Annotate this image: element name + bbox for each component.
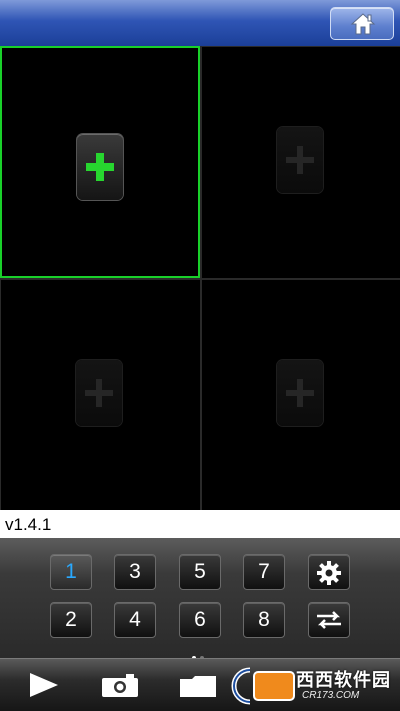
watermark-brand: 西西软件园	[296, 670, 391, 690]
camera-icon	[102, 674, 138, 697]
video-grid	[0, 46, 400, 510]
watermark: 西西软件园 CR173.COM	[210, 664, 398, 708]
snapshot-button[interactable]	[100, 673, 140, 704]
channel-button-5[interactable]: 5	[179, 554, 221, 590]
channel-button-6[interactable]: 6	[179, 602, 221, 638]
home-button[interactable]	[330, 7, 394, 40]
add-icon	[85, 379, 113, 407]
swap-arrows-icon	[317, 611, 341, 629]
watermark-url: CR173.COM	[302, 690, 360, 701]
add-channel-button[interactable]	[76, 360, 122, 426]
channel-button-8[interactable]: 8	[243, 602, 285, 638]
settings-button[interactable]	[308, 554, 350, 590]
video-cell-3[interactable]	[1, 280, 200, 510]
channel-button-2[interactable]: 2	[50, 602, 92, 638]
channel-button-4[interactable]: 4	[114, 602, 156, 638]
switch-button[interactable]	[308, 602, 350, 638]
version-label: v1.4.1	[5, 515, 52, 534]
video-cell-4[interactable]	[202, 280, 400, 510]
add-channel-button[interactable]	[77, 134, 123, 200]
add-icon	[86, 153, 114, 181]
add-icon	[286, 146, 314, 174]
control-panel: 1 3 5 7 2 4 6 8	[0, 538, 400, 660]
add-channel-button[interactable]	[277, 127, 323, 193]
video-cell-2[interactable]	[202, 47, 400, 278]
top-bar	[0, 0, 400, 46]
add-icon	[286, 379, 314, 407]
video-cell-1[interactable]	[0, 46, 200, 278]
gear-icon	[317, 561, 341, 585]
play-icon	[30, 673, 58, 697]
watermark-logo-icon	[231, 667, 295, 705]
channel-button-7[interactable]: 7	[243, 554, 285, 590]
play-button[interactable]	[28, 671, 60, 704]
add-channel-button[interactable]	[277, 360, 323, 426]
channel-button-1[interactable]: 1	[50, 554, 92, 590]
home-icon	[350, 13, 376, 35]
version-strip: v1.4.1	[0, 510, 400, 538]
channel-button-3[interactable]: 3	[114, 554, 156, 590]
